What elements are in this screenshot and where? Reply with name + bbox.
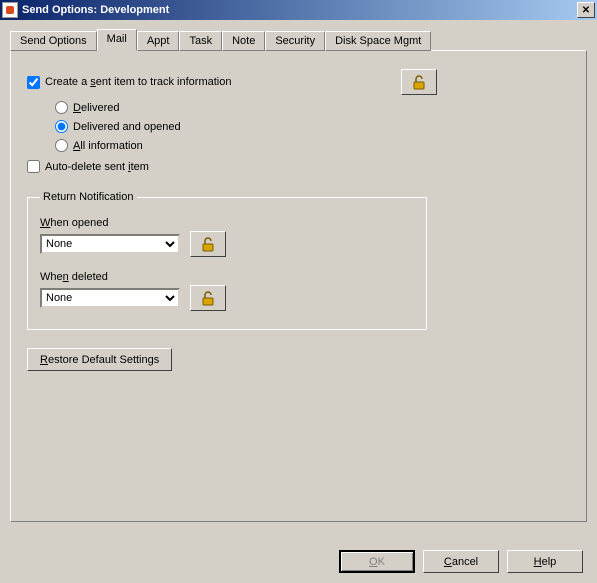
lock-button-when-deleted[interactable] bbox=[190, 285, 226, 311]
when-opened-select[interactable]: None bbox=[40, 234, 180, 254]
radio-delivered-opened-input[interactable] bbox=[55, 120, 68, 133]
create-sent-item-label: Create a sent item to track information bbox=[45, 76, 231, 88]
return-notification-legend: Return Notification bbox=[40, 191, 137, 203]
create-sent-item-input[interactable] bbox=[27, 76, 40, 89]
tab-panel-mail: Create a sent item to track information … bbox=[10, 50, 587, 522]
dialog-footer: OK Cancel Help bbox=[339, 550, 583, 573]
cancel-button[interactable]: Cancel bbox=[423, 550, 499, 573]
radio-delivered-opened-label: Delivered and opened bbox=[73, 121, 181, 133]
unlock-icon bbox=[200, 290, 216, 306]
when-deleted-select[interactable]: None bbox=[40, 288, 180, 308]
app-icon bbox=[2, 2, 18, 18]
tab-appt[interactable]: Appt bbox=[137, 31, 180, 51]
lock-button-tracking[interactable] bbox=[401, 69, 437, 95]
ok-button[interactable]: OK bbox=[339, 550, 415, 573]
tab-task[interactable]: Task bbox=[179, 31, 222, 51]
unlock-icon bbox=[200, 236, 216, 252]
tab-send-options[interactable]: Send Options bbox=[10, 31, 97, 51]
auto-delete-label: Auto-delete sent item bbox=[45, 161, 149, 173]
return-notification-group: Return Notification When opened None Whe… bbox=[27, 191, 427, 330]
tab-disk-space-mgmt[interactable]: Disk Space Mgmt bbox=[325, 31, 431, 51]
radio-all-information-input[interactable] bbox=[55, 139, 68, 152]
tab-security[interactable]: Security bbox=[265, 31, 325, 51]
radio-all-information[interactable]: All information bbox=[55, 139, 570, 152]
tabs: Send Options Mail Appt Task Note Securit… bbox=[10, 31, 587, 51]
radio-delivered-opened[interactable]: Delivered and opened bbox=[55, 120, 570, 133]
help-button[interactable]: Help bbox=[507, 550, 583, 573]
window-title: Send Options: Development bbox=[22, 4, 169, 16]
titlebar: Send Options: Development ✕ bbox=[0, 0, 597, 20]
radio-delivered-label: Delivered bbox=[73, 102, 119, 114]
unlock-icon bbox=[411, 74, 427, 90]
radio-delivered-input[interactable] bbox=[55, 101, 68, 114]
restore-defaults-button[interactable]: Restore Default Settings bbox=[27, 348, 172, 371]
auto-delete-input[interactable] bbox=[27, 160, 40, 173]
when-opened-label: When opened bbox=[40, 217, 414, 229]
auto-delete-checkbox[interactable]: Auto-delete sent item bbox=[27, 160, 570, 173]
when-deleted-label: When deleted bbox=[40, 271, 414, 283]
radio-delivered[interactable]: Delivered bbox=[55, 101, 570, 114]
tab-mail[interactable]: Mail bbox=[97, 29, 137, 51]
tab-note[interactable]: Note bbox=[222, 31, 265, 51]
close-button[interactable]: ✕ bbox=[577, 2, 595, 18]
close-icon: ✕ bbox=[582, 5, 590, 16]
create-sent-item-checkbox[interactable]: Create a sent item to track information bbox=[27, 76, 231, 89]
lock-button-when-opened[interactable] bbox=[190, 231, 226, 257]
radio-all-information-label: All information bbox=[73, 140, 143, 152]
